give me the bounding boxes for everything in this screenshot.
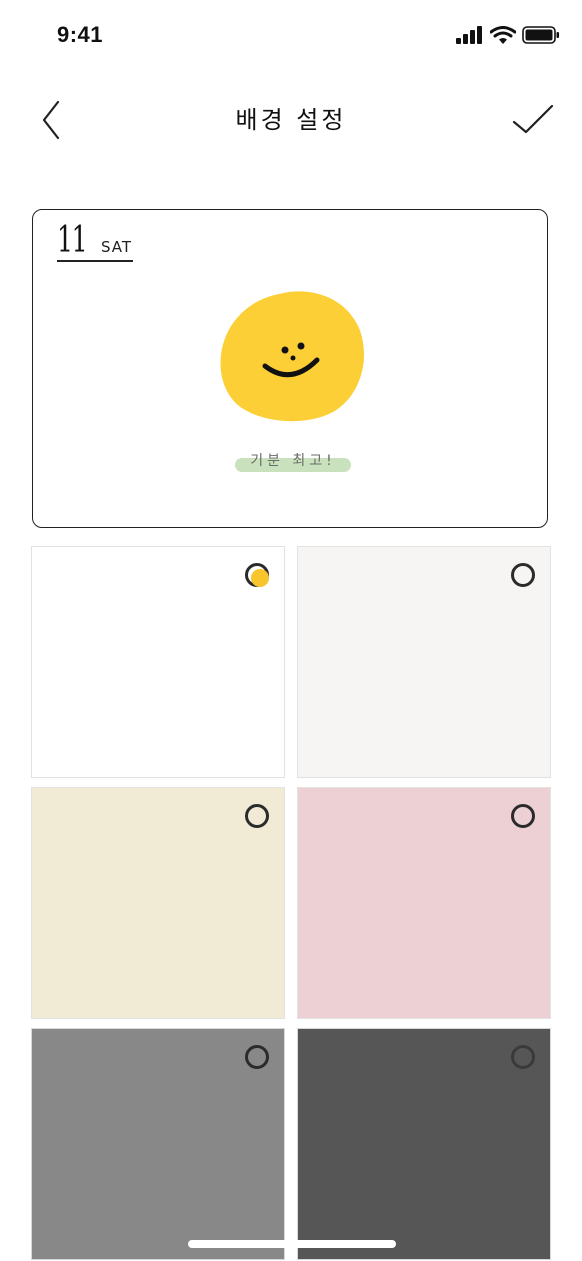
confirm-button[interactable]	[510, 98, 558, 146]
status-time: 9:41	[57, 22, 104, 47]
battery-icon	[522, 26, 559, 44]
radio-fill	[251, 569, 269, 587]
mood-text: 기분 최고!	[250, 453, 336, 469]
home-indicator[interactable]	[188, 1240, 396, 1248]
nav-bar: 배경 설정	[0, 80, 582, 160]
swatch-white[interactable]	[31, 546, 285, 778]
checkmark-icon	[512, 104, 554, 134]
swatch-dark-gray[interactable]	[297, 1028, 551, 1260]
radio-icon	[245, 804, 269, 828]
swatch-gray[interactable]	[31, 1028, 285, 1260]
date-day: SAT	[101, 238, 133, 256]
date-number: 11	[57, 220, 88, 261]
swatch-pink[interactable]	[297, 787, 551, 1019]
radio-icon	[245, 1045, 269, 1069]
wifi-icon	[490, 26, 516, 44]
status-bar: 9:41	[0, 0, 582, 72]
smiley-face-icon	[220, 291, 364, 422]
swatch-off-white[interactable]	[297, 546, 551, 778]
radio-selected-icon	[245, 563, 269, 587]
radio-icon	[511, 804, 535, 828]
date-underline	[57, 260, 133, 262]
cellular-signal-icon	[456, 26, 482, 44]
swatch-cream[interactable]	[31, 787, 285, 1019]
radio-icon	[511, 1045, 535, 1069]
mood-label: 기분 최고!	[235, 450, 351, 474]
radio-icon	[511, 563, 535, 587]
background-preview-card: 11 SAT 기분 최고!	[32, 209, 548, 528]
status-icons	[456, 24, 560, 46]
page-title: 배경 설정	[235, 106, 347, 134]
